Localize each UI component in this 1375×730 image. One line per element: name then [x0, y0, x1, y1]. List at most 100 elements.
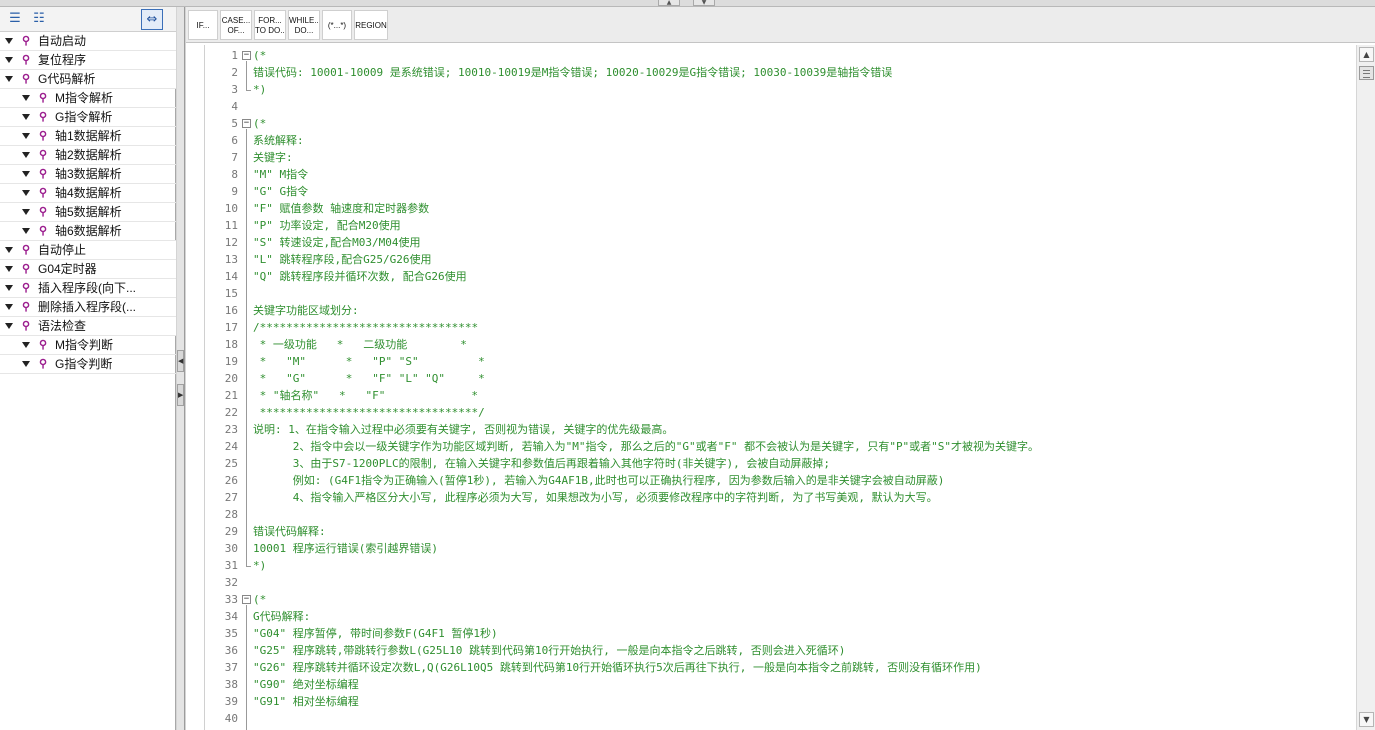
code-line[interactable]: 10 "F" 赋值参数 轴速度和定时器参数 [205, 200, 1355, 217]
expand-caret-icon[interactable] [5, 323, 13, 329]
code-line[interactable]: 17 /********************************* [205, 319, 1355, 336]
expand-caret-icon[interactable] [22, 228, 30, 234]
code-area[interactable]: 1− (* 2 错误代码: 10001-10009 是系统错误; 10010-1001… [204, 45, 1356, 730]
tree-item[interactable]: ⚲ G指令判断 [0, 355, 176, 374]
code-line[interactable]: 4 [205, 98, 1355, 115]
tree-item[interactable]: ⚲ 轴3数据解析 [0, 165, 176, 184]
code-line[interactable]: 30 10001 程序运行错误(索引越界错误) [205, 540, 1355, 557]
tree-item[interactable]: ⚲ G04定时器 [0, 260, 176, 279]
tree-item[interactable]: ⚲ M指令解析 [0, 89, 176, 108]
collapse-left-button[interactable]: ◀ [177, 350, 184, 372]
scroll-down-arrow-icon[interactable]: ▼ [1359, 712, 1374, 727]
code-line[interactable]: 8 "M" M指令 [205, 166, 1355, 183]
tree-item[interactable]: ⚲ G指令解析 [0, 108, 176, 127]
code-line[interactable]: 18 * 一级功能 * 二级功能 * [205, 336, 1355, 353]
for-snippet-button[interactable]: FOR... TO DO... [254, 10, 286, 40]
code-line[interactable]: 19 * "M" * "P" "S" * [205, 353, 1355, 370]
tree-item[interactable]: ⚲ 自动启动 [0, 32, 176, 51]
tree-item[interactable]: ⚲ 轴1数据解析 [0, 127, 176, 146]
code-line[interactable]: 9 "G" G指令 [205, 183, 1355, 200]
expand-caret-icon[interactable] [22, 361, 30, 367]
tree-item-label: G指令解析 [55, 110, 113, 124]
vertical-scrollbar[interactable]: ▲ ▼ [1356, 45, 1375, 730]
code-line[interactable]: 13 "L" 跳转程序段,配合G25/G26使用 [205, 251, 1355, 268]
fold-toggle-icon[interactable]: − [242, 51, 251, 60]
code-line[interactable]: 20 * "G" * "F" "L" "Q" * [205, 370, 1355, 387]
code-line[interactable]: 15 [205, 285, 1355, 302]
code-line[interactable]: 39 "G91" 相对坐标编程 [205, 693, 1355, 710]
tree-item[interactable]: ⚲ G代码解析 [0, 70, 176, 89]
code-line[interactable]: 37 "G26" 程序跳转并循环设定次数L,Q(G26L10Q5 跳转到代码第10… [205, 659, 1355, 676]
tree-item[interactable]: ⚲ 复位程序 [0, 51, 176, 70]
tree-item[interactable]: ⚲ 插入程序段(向下... [0, 279, 176, 298]
expand-caret-icon[interactable] [5, 266, 13, 272]
code-line[interactable]: 36 "G25" 程序跳转,带跳转行参数L(G25L10 跳转到代码第10行开始执… [205, 642, 1355, 659]
expand-caret-icon[interactable] [22, 190, 30, 196]
expand-caret-icon[interactable] [5, 76, 13, 82]
code-line[interactable]: 5− (* [205, 115, 1355, 132]
collapse-all-icon[interactable]: ☰ [5, 10, 25, 28]
case-snippet-button[interactable]: CASE... OF... [220, 10, 252, 40]
code-line[interactable]: 25 3、由于S7-1200PLC的限制, 在输入关键字和参数值后再跟着输入其他… [205, 455, 1355, 472]
code-line[interactable]: 40 [205, 710, 1355, 727]
scroll-up-arrow-icon[interactable]: ▲ [1359, 47, 1374, 62]
code-line[interactable]: 22 *********************************/ [205, 404, 1355, 421]
code-line[interactable]: 24 2、指令中会以一级关键字作为功能区域判断, 若输入为"M"指令, 那么之后… [205, 438, 1355, 455]
expand-caret-icon[interactable] [22, 95, 30, 101]
tree-item[interactable]: ⚲ M指令判断 [0, 336, 176, 355]
code-line[interactable]: 31 *) [205, 557, 1355, 574]
code-line[interactable]: 3 *) [205, 81, 1355, 98]
code-line[interactable]: 38 "G90" 绝对坐标编程 [205, 676, 1355, 693]
code-line[interactable]: 29 错误代码解释: [205, 523, 1355, 540]
scrollbar-thumb[interactable] [1359, 66, 1374, 80]
code-line[interactable]: 27 4、指令输入严格区分大小写, 此程序必须为大写, 如果想改为小写, 必须要… [205, 489, 1355, 506]
region-snippet-button[interactable]: REGION [354, 10, 388, 40]
code-line[interactable]: 35 "G04" 程序暂停, 带时间参数F(G4F1 暂停1秒) [205, 625, 1355, 642]
expand-caret-icon[interactable] [5, 57, 13, 63]
code-line[interactable]: 11 "P" 功率设定, 配合M20使用 [205, 217, 1355, 234]
expand-caret-icon[interactable] [5, 285, 13, 291]
collapse-down-button[interactable]: ▼ [693, 0, 715, 6]
tree-item[interactable]: ⚲ 语法检查 [0, 317, 176, 336]
code-line[interactable]: 33− (* [205, 591, 1355, 608]
expand-caret-icon[interactable] [22, 152, 30, 158]
expand-caret-icon[interactable] [22, 209, 30, 215]
code-line[interactable]: 6 系统解释: [205, 132, 1355, 149]
code-line[interactable]: 14 "Q" 跳转程序段并循环次数, 配合G26使用 [205, 268, 1355, 285]
while-snippet-button[interactable]: WHILE... DO... [288, 10, 320, 40]
code-line[interactable]: 12 "S" 转速设定,配合M03/M04使用 [205, 234, 1355, 251]
expand-caret-icon[interactable] [22, 171, 30, 177]
tree-item[interactable]: ⚲ 删除插入程序段(... [0, 298, 176, 317]
code-line[interactable]: 2 错误代码: 10001-10009 是系统错误; 10010-10019是M指… [205, 64, 1355, 81]
expand-caret-icon[interactable] [5, 247, 13, 253]
expand-all-icon[interactable]: ☷ [29, 10, 49, 28]
code-line[interactable]: 28 [205, 506, 1355, 523]
expand-caret-icon[interactable] [22, 133, 30, 139]
expand-caret-icon[interactable] [5, 38, 13, 44]
fold-toggle-icon[interactable]: − [242, 119, 251, 128]
tree-item[interactable]: ⚲ 轴5数据解析 [0, 203, 176, 222]
tree-item[interactable]: ⚲ 轴2数据解析 [0, 146, 176, 165]
expand-right-button[interactable]: ▶ [177, 384, 184, 406]
code-line[interactable]: 26 例如: (G4F1指令为正确输入(暂停1秒), 若输入为G4AF1B,此时… [205, 472, 1355, 489]
toggle-view-icon[interactable]: ⇔ [141, 9, 163, 30]
code-line[interactable]: 7 关键字: [205, 149, 1355, 166]
tree-item[interactable]: ⚲ 自动停止 [0, 241, 176, 260]
expand-caret-icon[interactable] [22, 114, 30, 120]
code-line[interactable]: 23 说明: 1、在指令输入过程中必须要有关键字, 否则视为错误, 关键字的优先级… [205, 421, 1355, 438]
code-line[interactable]: 34 G代码解释: [205, 608, 1355, 625]
code-line[interactable]: 21 * "轴名称" * "F" * [205, 387, 1355, 404]
code-line[interactable]: 16 关键字功能区域划分: [205, 302, 1355, 319]
code-line[interactable]: 1− (* [205, 47, 1355, 64]
fold-toggle-icon[interactable]: − [242, 595, 251, 604]
tree-item[interactable]: ⚲ 轴4数据解析 [0, 184, 176, 203]
expand-caret-icon[interactable] [22, 342, 30, 348]
tree-item[interactable]: ⚲ 轴6数据解析 [0, 222, 176, 241]
pane-splitter[interactable]: ◀ ▶ [177, 7, 185, 730]
code-line[interactable]: 32 [205, 574, 1355, 591]
expand-caret-icon[interactable] [5, 304, 13, 310]
collapse-up-button[interactable]: ▲ [658, 0, 680, 6]
comment-snippet-button[interactable]: (*...*) [322, 10, 352, 40]
line-number: 24 [224, 440, 238, 453]
if-snippet-button[interactable]: IF... [188, 10, 218, 40]
